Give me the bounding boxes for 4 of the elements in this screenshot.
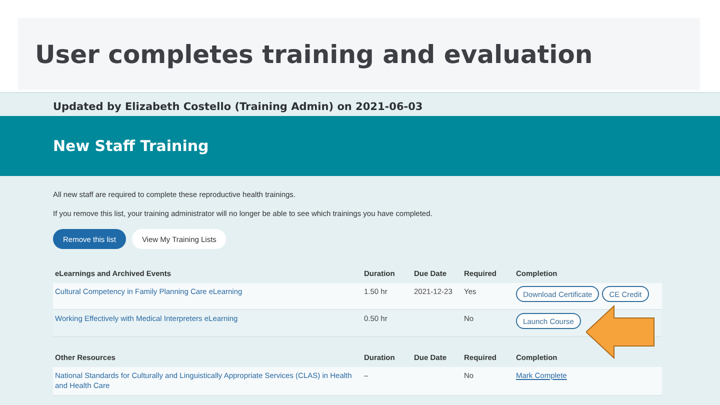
banner-title: New Staff Training — [53, 137, 209, 155]
updated-note: Updated by Elizabeth Costello (Training Admin) on 2021-06-03 — [52, 100, 424, 115]
arrow-pointer-drawing — [586, 305, 656, 359]
slide-title: User completes training and evaluation — [35, 40, 593, 68]
